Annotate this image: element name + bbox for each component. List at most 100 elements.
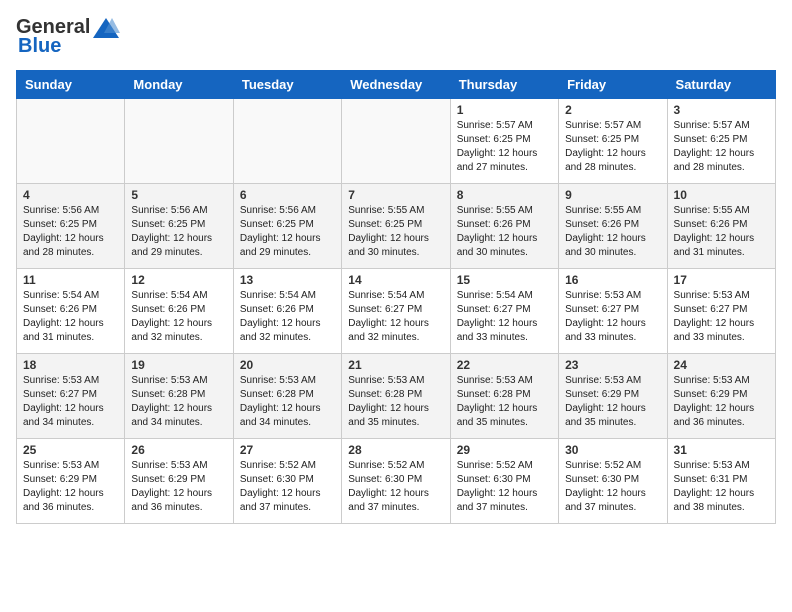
day-info: Sunrise: 5:52 AM Sunset: 6:30 PM Dayligh… [348, 459, 443, 515]
day-info: Sunrise: 5:53 AM Sunset: 6:27 PM Dayligh… [23, 374, 118, 430]
day-number: 24 [674, 358, 769, 372]
calendar-day-cell: 18 Sunrise: 5:53 AM Sunset: 6:27 PM Dayli… [17, 354, 125, 439]
day-number: 1 [457, 103, 552, 117]
calendar-week-row: 4 Sunrise: 5:56 AM Sunset: 6:25 PM Daylig… [17, 184, 776, 269]
day-number: 7 [348, 188, 443, 202]
day-info: Sunrise: 5:52 AM Sunset: 6:30 PM Dayligh… [565, 459, 660, 515]
day-info: Sunrise: 5:56 AM Sunset: 6:25 PM Dayligh… [23, 204, 118, 260]
day-number: 18 [23, 358, 118, 372]
calendar-day-cell [233, 99, 341, 184]
calendar-day-cell: 7 Sunrise: 5:55 AM Sunset: 6:25 PM Daylig… [342, 184, 450, 269]
calendar-day-cell: 3 Sunrise: 5:57 AM Sunset: 6:25 PM Daylig… [667, 99, 775, 184]
calendar-day-cell: 14Sunrise: 5:54 AM Sunset: 6:27 PM Dayli… [342, 269, 450, 354]
day-number: 4 [23, 188, 118, 202]
calendar-day-cell [125, 99, 233, 184]
day-number: 25 [23, 443, 118, 457]
calendar-day-cell: 23 Sunrise: 5:53 AM Sunset: 6:29 PM Dayli… [559, 354, 667, 439]
weekday-header-row: SundayMondayTuesdayWednesdayThursdayFrid… [17, 71, 776, 99]
day-info: Sunrise: 5:54 AM Sunset: 6:26 PM Dayligh… [240, 289, 335, 345]
calendar-week-row: 11 Sunrise: 5:54 AM Sunset: 6:26 PM Dayli… [17, 269, 776, 354]
calendar-day-cell: 17 Sunrise: 5:53 AM Sunset: 6:27 PM Dayli… [667, 269, 775, 354]
calendar-day-cell: 10Sunrise: 5:55 AM Sunset: 6:26 PM Dayli… [667, 184, 775, 269]
day-number: 30 [565, 443, 660, 457]
day-number: 6 [240, 188, 335, 202]
logo: General Blue [16, 16, 120, 58]
calendar-day-cell: 6 Sunrise: 5:56 AM Sunset: 6:25 PM Daylig… [233, 184, 341, 269]
calendar-day-cell: 21 Sunrise: 5:53 AM Sunset: 6:28 PM Dayli… [342, 354, 450, 439]
day-number: 12 [131, 273, 226, 287]
weekday-header-thursday: Thursday [450, 71, 558, 99]
day-number: 23 [565, 358, 660, 372]
day-number: 11 [23, 273, 118, 287]
day-number: 3 [674, 103, 769, 117]
calendar-day-cell: 9 Sunrise: 5:55 AM Sunset: 6:26 PM Daylig… [559, 184, 667, 269]
calendar-day-cell: 16Sunrise: 5:53 AM Sunset: 6:27 PM Dayli… [559, 269, 667, 354]
day-info: Sunrise: 5:54 AM Sunset: 6:26 PM Dayligh… [131, 289, 226, 345]
day-number: 17 [674, 273, 769, 287]
calendar-day-cell: 11 Sunrise: 5:54 AM Sunset: 6:26 PM Dayli… [17, 269, 125, 354]
day-info: Sunrise: 5:53 AM Sunset: 6:27 PM Dayligh… [674, 289, 769, 345]
weekday-header-sunday: Sunday [17, 71, 125, 99]
day-info: Sunrise: 5:53 AM Sunset: 6:31 PM Dayligh… [674, 459, 769, 515]
day-info: Sunrise: 5:54 AM Sunset: 6:27 PM Dayligh… [348, 289, 443, 345]
calendar-day-cell: 1 Sunrise: 5:57 AM Sunset: 6:25 PM Daylig… [450, 99, 558, 184]
day-info: Sunrise: 5:55 AM Sunset: 6:25 PM Dayligh… [348, 204, 443, 260]
calendar-day-cell: 4 Sunrise: 5:56 AM Sunset: 6:25 PM Daylig… [17, 184, 125, 269]
day-info: Sunrise: 5:57 AM Sunset: 6:25 PM Dayligh… [565, 119, 660, 175]
calendar-day-cell: 28 Sunrise: 5:52 AM Sunset: 6:30 PM Dayli… [342, 439, 450, 524]
day-info: Sunrise: 5:54 AM Sunset: 6:26 PM Dayligh… [23, 289, 118, 345]
day-info: Sunrise: 5:53 AM Sunset: 6:29 PM Dayligh… [565, 374, 660, 430]
day-info: Sunrise: 5:53 AM Sunset: 6:28 PM Dayligh… [131, 374, 226, 430]
calendar-day-cell: 25 Sunrise: 5:53 AM Sunset: 6:29 PM Dayli… [17, 439, 125, 524]
day-info: Sunrise: 5:53 AM Sunset: 6:28 PM Dayligh… [457, 374, 552, 430]
calendar-week-row: 18 Sunrise: 5:53 AM Sunset: 6:27 PM Dayli… [17, 354, 776, 439]
calendar-day-cell: 26Sunrise: 5:53 AM Sunset: 6:29 PM Dayli… [125, 439, 233, 524]
calendar-day-cell: 2 Sunrise: 5:57 AM Sunset: 6:25 PM Daylig… [559, 99, 667, 184]
calendar-day-cell: 27 Sunrise: 5:52 AM Sunset: 6:30 PM Dayli… [233, 439, 341, 524]
calendar-day-cell: 22Sunrise: 5:53 AM Sunset: 6:28 PM Dayli… [450, 354, 558, 439]
calendar-day-cell: 5 Sunrise: 5:56 AM Sunset: 6:25 PM Daylig… [125, 184, 233, 269]
day-info: Sunrise: 5:53 AM Sunset: 6:29 PM Dayligh… [674, 374, 769, 430]
day-info: Sunrise: 5:54 AM Sunset: 6:27 PM Dayligh… [457, 289, 552, 345]
day-info: Sunrise: 5:53 AM Sunset: 6:27 PM Dayligh… [565, 289, 660, 345]
page-header: General Blue [16, 16, 776, 58]
day-info: Sunrise: 5:55 AM Sunset: 6:26 PM Dayligh… [674, 204, 769, 260]
calendar-day-cell: 29Sunrise: 5:52 AM Sunset: 6:30 PM Dayli… [450, 439, 558, 524]
calendar-day-cell [342, 99, 450, 184]
calendar-day-cell: 15Sunrise: 5:54 AM Sunset: 6:27 PM Dayli… [450, 269, 558, 354]
calendar-week-row: 1 Sunrise: 5:57 AM Sunset: 6:25 PM Daylig… [17, 99, 776, 184]
day-number: 31 [674, 443, 769, 457]
day-number: 2 [565, 103, 660, 117]
day-number: 28 [348, 443, 443, 457]
calendar-day-cell [17, 99, 125, 184]
calendar-table: SundayMondayTuesdayWednesdayThursdayFrid… [16, 70, 776, 524]
calendar-day-cell: 12 Sunrise: 5:54 AM Sunset: 6:26 PM Dayli… [125, 269, 233, 354]
day-info: Sunrise: 5:55 AM Sunset: 6:26 PM Dayligh… [457, 204, 552, 260]
calendar-day-cell: 30 Sunrise: 5:52 AM Sunset: 6:30 PM Dayli… [559, 439, 667, 524]
day-info: Sunrise: 5:57 AM Sunset: 6:25 PM Dayligh… [457, 119, 552, 175]
day-number: 8 [457, 188, 552, 202]
day-info: Sunrise: 5:53 AM Sunset: 6:28 PM Dayligh… [348, 374, 443, 430]
weekday-header-saturday: Saturday [667, 71, 775, 99]
weekday-header-wednesday: Wednesday [342, 71, 450, 99]
day-info: Sunrise: 5:53 AM Sunset: 6:29 PM Dayligh… [23, 459, 118, 515]
day-info: Sunrise: 5:56 AM Sunset: 6:25 PM Dayligh… [131, 204, 226, 260]
day-number: 9 [565, 188, 660, 202]
day-number: 5 [131, 188, 226, 202]
day-info: Sunrise: 5:57 AM Sunset: 6:25 PM Dayligh… [674, 119, 769, 175]
day-number: 21 [348, 358, 443, 372]
day-number: 20 [240, 358, 335, 372]
day-info: Sunrise: 5:52 AM Sunset: 6:30 PM Dayligh… [240, 459, 335, 515]
calendar-day-cell: 13Sunrise: 5:54 AM Sunset: 6:26 PM Dayli… [233, 269, 341, 354]
day-info: Sunrise: 5:55 AM Sunset: 6:26 PM Dayligh… [565, 204, 660, 260]
weekday-header-tuesday: Tuesday [233, 71, 341, 99]
calendar-week-row: 25 Sunrise: 5:53 AM Sunset: 6:29 PM Dayli… [17, 439, 776, 524]
calendar-day-cell: 20Sunrise: 5:53 AM Sunset: 6:28 PM Dayli… [233, 354, 341, 439]
calendar-day-cell: 19Sunrise: 5:53 AM Sunset: 6:28 PM Dayli… [125, 354, 233, 439]
calendar-day-cell: 8 Sunrise: 5:55 AM Sunset: 6:26 PM Daylig… [450, 184, 558, 269]
weekday-header-monday: Monday [125, 71, 233, 99]
day-number: 29 [457, 443, 552, 457]
day-number: 27 [240, 443, 335, 457]
day-info: Sunrise: 5:56 AM Sunset: 6:25 PM Dayligh… [240, 204, 335, 260]
day-info: Sunrise: 5:53 AM Sunset: 6:29 PM Dayligh… [131, 459, 226, 515]
